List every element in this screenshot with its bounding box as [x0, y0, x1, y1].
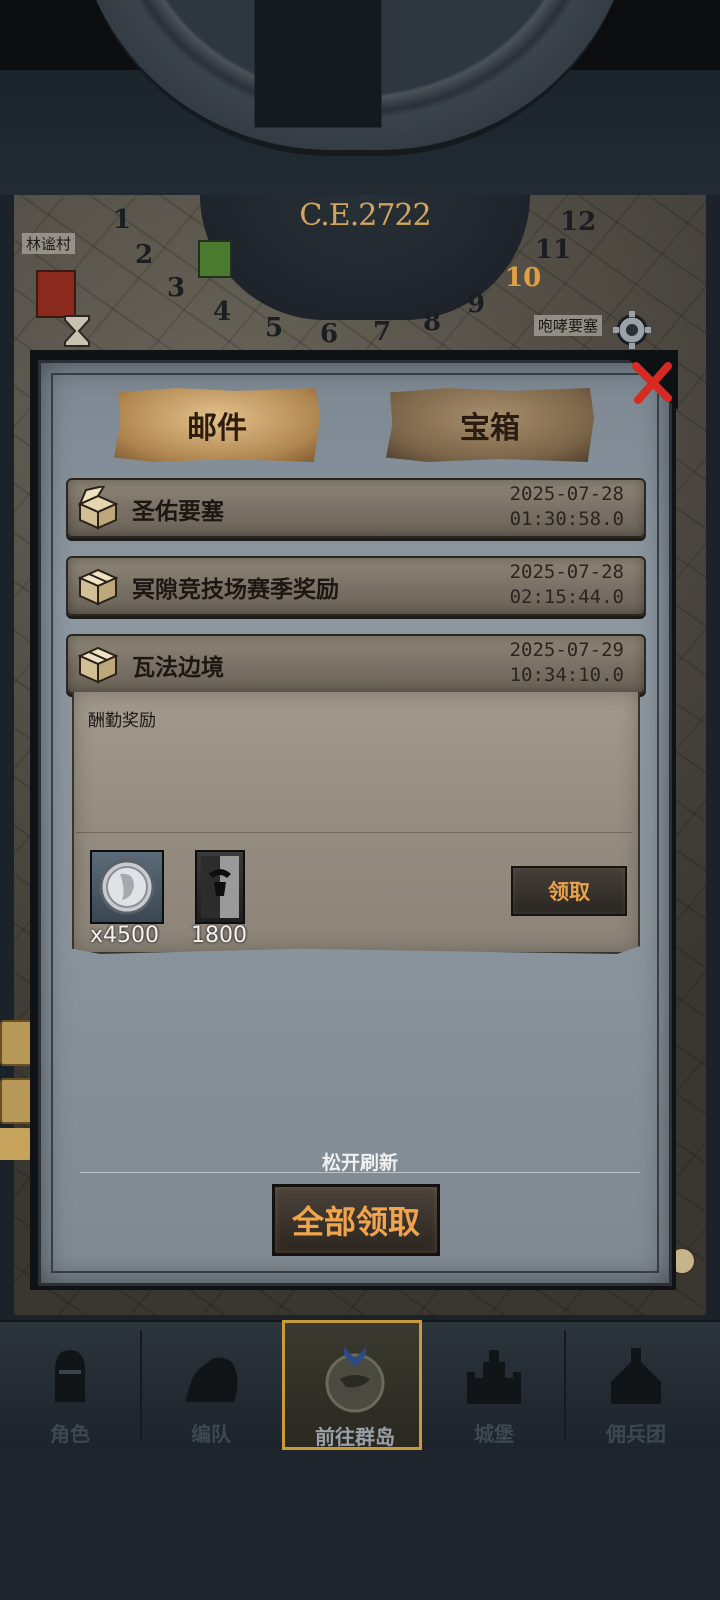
mail-item-expanded[interactable]: 瓦法边境 2025-07-29 10:34:10.0	[66, 634, 646, 694]
mail-time: 02:15:44.0	[509, 586, 624, 608]
tab-chest[interactable]: 宝箱	[386, 388, 594, 462]
mail-timestamp: 2025-07-28 01:30:58.0	[510, 482, 624, 532]
claim-button[interactable]: 领取	[511, 866, 627, 916]
war-banner-icon	[201, 856, 239, 918]
tab-mail[interactable]: 邮件	[114, 388, 320, 462]
chest-open-icon	[77, 486, 119, 530]
refresh-divider	[80, 1172, 640, 1173]
dial-number: 9	[467, 289, 486, 319]
reward-item-coin[interactable]	[90, 850, 164, 924]
mail-item[interactable]: 圣佑要塞 2025-07-28 01:30:58.0	[66, 478, 646, 538]
dial-number: 2	[135, 240, 154, 270]
mail-timestamp: 2025-07-29 10:34:10.0	[510, 638, 624, 688]
dial-number: 5	[265, 313, 284, 343]
nav-item-castle[interactable]: 城堡	[424, 1320, 564, 1450]
mail-date: 2025-07-29	[509, 639, 624, 661]
compass-icon	[325, 1347, 385, 1413]
tree-icon[interactable]	[198, 240, 232, 278]
bottom-filler	[0, 1450, 720, 1600]
map-label-village: 林谧村	[22, 233, 76, 254]
quest-badge[interactable]	[0, 1078, 34, 1124]
left-side-badges	[0, 1020, 34, 1136]
nav-label: 前往群岛	[315, 1425, 395, 1449]
nav-label: 角色	[50, 1422, 90, 1446]
mail-title: 圣佑要塞	[132, 499, 224, 525]
dial-number: 6	[320, 319, 339, 349]
dial-numbers: 1 2 3 4 5 6 7 8 9 10 11 12	[105, 205, 625, 349]
reward-amount: x4500	[90, 923, 160, 948]
close-icon[interactable]	[630, 360, 674, 404]
squad-icon	[186, 1357, 238, 1402]
mail-time: 01:30:58.0	[509, 508, 624, 530]
quest-badge[interactable]	[0, 1020, 34, 1066]
red-banner-icon[interactable]	[36, 270, 76, 318]
mail-time: 10:34:10.0	[509, 664, 624, 686]
nav-item-squad[interactable]: 编队	[141, 1320, 281, 1450]
silver-coin-icon	[99, 859, 155, 915]
mail-title: 瓦法边境	[132, 655, 224, 681]
reward-item-banner[interactable]	[195, 850, 245, 924]
pull-refresh-hint: 松开刷新	[321, 1152, 398, 1174]
nav-label: 城堡	[474, 1422, 514, 1446]
nav-label: 编队	[191, 1422, 231, 1446]
mail-item[interactable]: 冥隙竞技场赛季奖励 2025-07-28 02:15:44.0	[66, 556, 646, 616]
dial-number: 11	[535, 235, 572, 265]
mail-timestamp: 2025-07-28 02:15:44.0	[510, 560, 624, 610]
dial-number: 1	[113, 205, 132, 235]
mercenary-icon	[611, 1348, 661, 1404]
dial-number: 12	[560, 207, 597, 237]
nav-item-mercenary[interactable]: 佣兵团	[566, 1320, 706, 1450]
mail-title: 冥隙竞技场赛季奖励	[132, 577, 339, 603]
nav-item-islands[interactable]: 前往群岛	[282, 1320, 422, 1450]
dial-number: 8	[423, 307, 442, 337]
mail-date: 2025-07-28	[509, 561, 624, 583]
mail-body-text: 酬勤奖励	[88, 711, 156, 731]
nav-item-character[interactable]: 角色	[0, 1320, 140, 1450]
reward-amount: 1800	[191, 923, 247, 948]
knight-helmet-icon	[55, 1350, 85, 1402]
divider	[76, 832, 632, 833]
chest-icon	[77, 646, 119, 684]
castle-icon	[467, 1350, 521, 1404]
dial-number: 7	[373, 317, 392, 347]
dial-number: 3	[167, 273, 186, 303]
dial-number-current: 10	[505, 263, 542, 293]
dial-number: 4	[213, 297, 232, 327]
hourglass-icon[interactable]	[62, 314, 92, 348]
gear-icon[interactable]	[612, 310, 652, 350]
claim-all-button[interactable]: 全部领取	[272, 1184, 440, 1256]
nav-label: 佣兵团	[606, 1422, 666, 1446]
chest-icon	[77, 568, 119, 606]
mail-date: 2025-07-28	[509, 483, 624, 505]
